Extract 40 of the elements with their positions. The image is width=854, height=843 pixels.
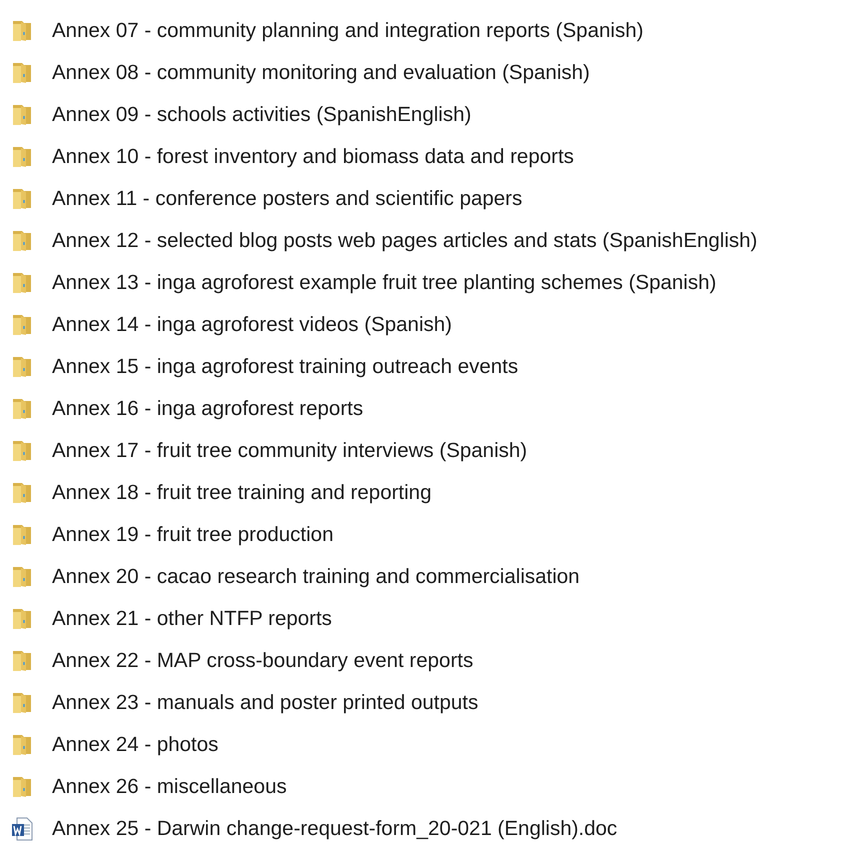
file-name[interactable]: Annex 11 - conference posters and scientific papers [52, 187, 522, 211]
folder-icon [10, 690, 34, 716]
file-name[interactable]: Annex 22 - MAP cross-boundary event reports [52, 649, 474, 673]
file-name[interactable]: Annex 21 - other NTFP reports [52, 607, 332, 631]
folder-icon [10, 648, 34, 674]
file-name[interactable]: Annex 15 - inga agroforest training outreach events [52, 355, 518, 379]
folder-icon [10, 732, 34, 758]
file-name[interactable]: Annex 14 - inga agroforest videos (Spanish) [52, 313, 452, 337]
folder-icon [10, 18, 34, 44]
folder-icon [10, 144, 34, 170]
folder-icon [10, 522, 34, 548]
folder-icon [10, 480, 34, 506]
file-name[interactable]: Annex 16 - inga agroforest reports [52, 397, 364, 421]
file-name[interactable]: Annex 12 - selected blog posts web pages articles and stats (SpanishEnglish) [52, 229, 758, 253]
folder-icon [10, 438, 34, 464]
file-name[interactable]: Annex 23 - manuals and poster printed outputs [52, 691, 478, 715]
folder-icon [10, 774, 34, 800]
file-name[interactable]: Annex 17 - fruit tree community interviews (Spanish) [52, 439, 528, 463]
folder-icon [10, 270, 34, 296]
folder-icon [10, 312, 34, 338]
folder-icon [10, 60, 34, 86]
file-name[interactable]: Annex 10 - forest inventory and biomass data and reports [52, 145, 574, 169]
word-document-icon [10, 816, 34, 842]
file-name[interactable]: Annex 19 - fruit tree production [52, 523, 334, 547]
folder-icon [10, 564, 34, 590]
file-name[interactable]: Annex 26 - miscellaneous [52, 775, 287, 799]
file-name[interactable]: Annex 07 - community planning and integration reports (Spanish) [52, 19, 644, 43]
file-name[interactable]: Annex 25 - Darwin change-request-form_20-021 (English).doc [52, 817, 618, 841]
file-name[interactable]: Annex 20 - cacao research training and commercialisation [52, 565, 580, 589]
folder-icon [10, 228, 34, 254]
file-name[interactable]: Annex 13 - inga agroforest example fruit tree planting schemes (Spanish) [52, 271, 716, 295]
folder-icon [10, 396, 34, 422]
folder-icon [10, 606, 34, 632]
file-name[interactable]: Annex 24 - photos [52, 733, 218, 757]
folder-icon [10, 102, 34, 128]
file-name[interactable]: Annex 09 - schools activities (SpanishEnglish) [52, 103, 472, 127]
file-name[interactable]: Annex 08 - community monitoring and evaluation (Spanish) [52, 61, 590, 85]
folder-icon [10, 186, 34, 212]
folder-icon [10, 354, 34, 380]
file-name[interactable]: Annex 18 - fruit tree training and reporting [52, 481, 432, 505]
